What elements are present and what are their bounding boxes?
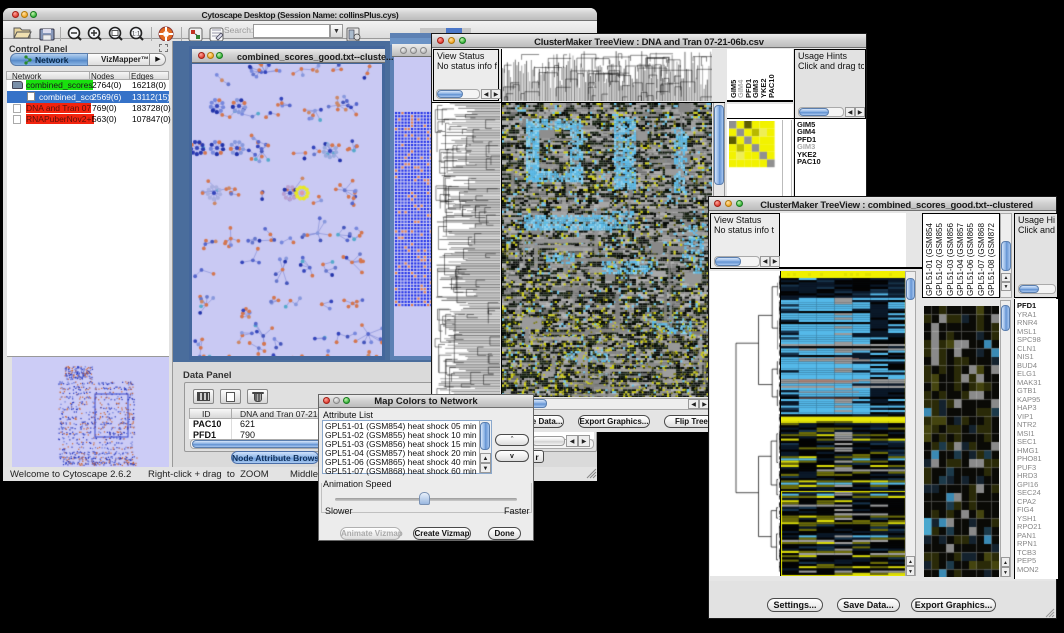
svg-text:1:1: 1:1 [132,32,141,38]
